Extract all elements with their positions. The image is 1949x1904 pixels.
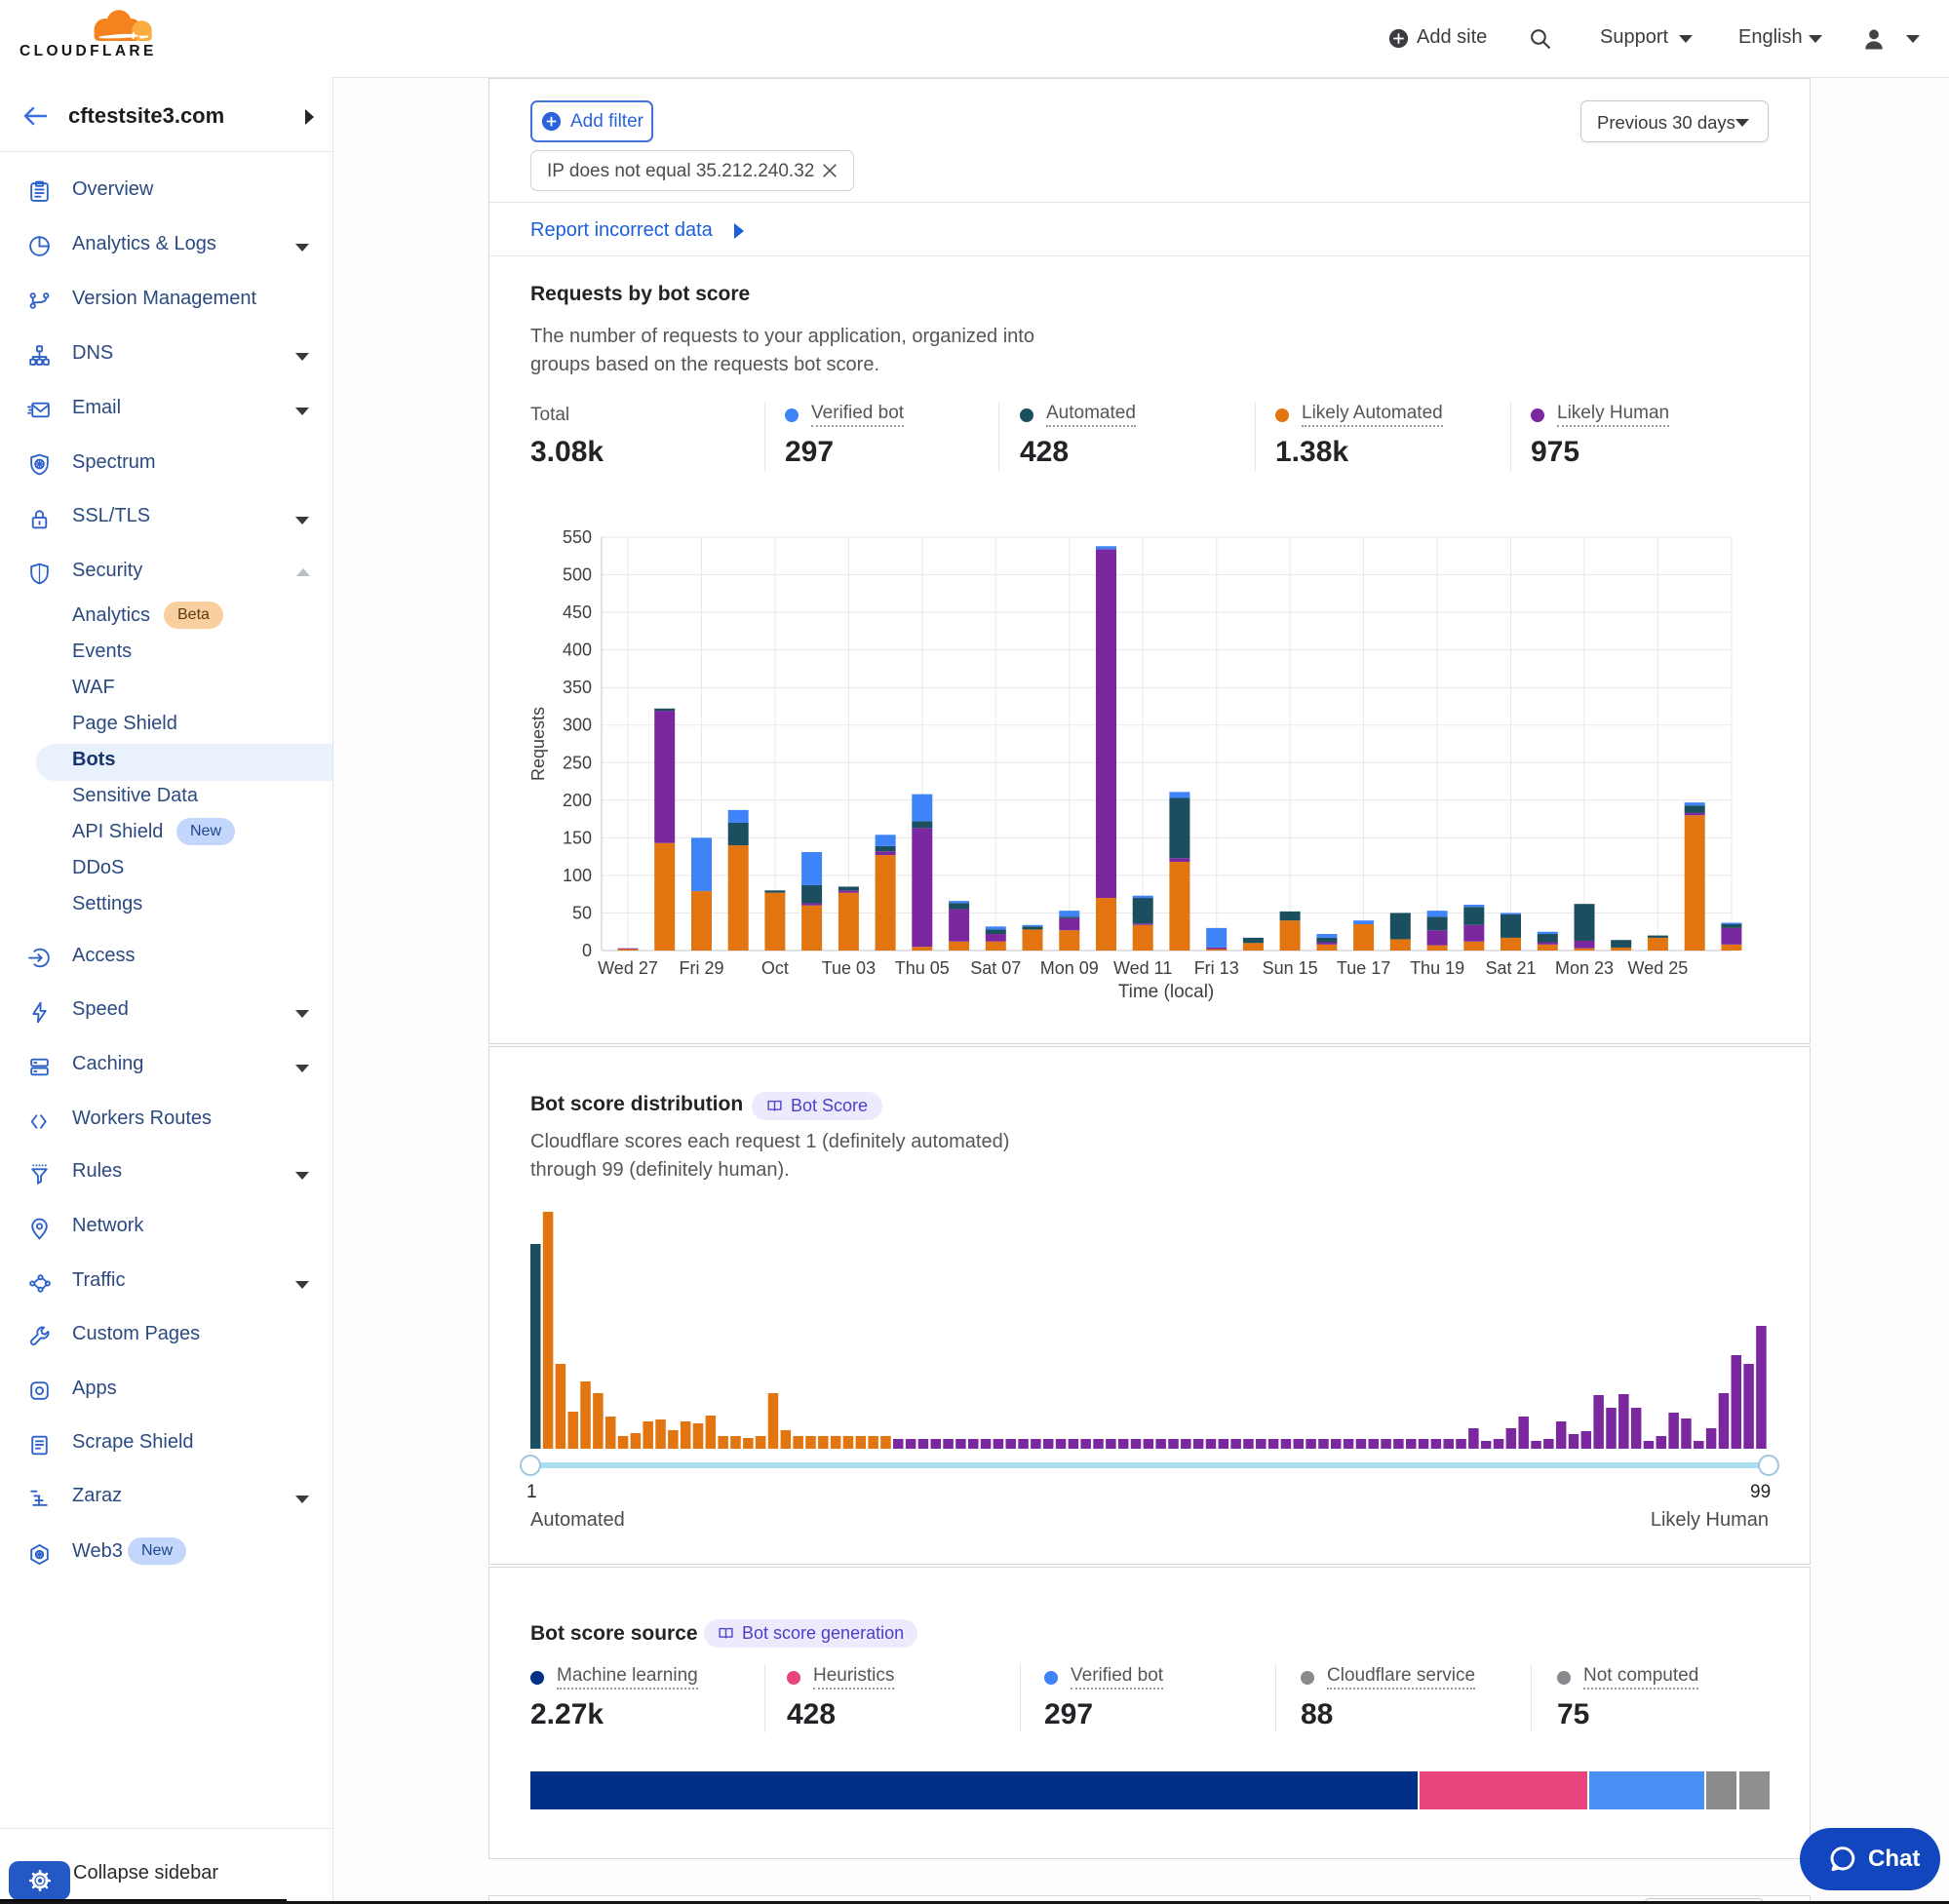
svg-text:Sat 21: Sat 21: [1485, 958, 1536, 978]
svg-text:150: 150: [563, 828, 592, 847]
svg-text:Wed 27: Wed 27: [598, 958, 658, 978]
svg-text:Fri 13: Fri 13: [1194, 958, 1239, 978]
svg-text:Mon 09: Mon 09: [1040, 958, 1099, 978]
svg-text:Fri 29: Fri 29: [679, 958, 723, 978]
svg-text:Thu 05: Thu 05: [895, 958, 950, 978]
svg-text:Tue 17: Tue 17: [1337, 958, 1390, 978]
svg-text:100: 100: [563, 866, 592, 885]
svg-text:Thu 19: Thu 19: [1410, 958, 1464, 978]
svg-text:Requests: Requests: [528, 707, 548, 781]
svg-text:200: 200: [563, 791, 592, 810]
svg-text:550: 550: [563, 527, 592, 547]
svg-text:250: 250: [563, 753, 592, 772]
svg-text:Time (local): Time (local): [1118, 982, 1215, 1002]
svg-text:50: 50: [572, 904, 592, 923]
svg-text:Sun 15: Sun 15: [1263, 958, 1318, 978]
svg-text:450: 450: [563, 602, 592, 622]
svg-text:400: 400: [563, 641, 592, 660]
svg-text:Wed 25: Wed 25: [1628, 958, 1689, 978]
svg-text:Mon 23: Mon 23: [1555, 958, 1614, 978]
svg-text:Oct: Oct: [761, 958, 789, 978]
svg-text:500: 500: [563, 565, 592, 585]
svg-text:300: 300: [563, 716, 592, 735]
svg-text:Sat 07: Sat 07: [970, 958, 1021, 978]
svg-text:Wed 11: Wed 11: [1113, 958, 1172, 978]
svg-text:350: 350: [563, 678, 592, 697]
svg-text:Tue 03: Tue 03: [822, 958, 876, 978]
svg-text:0: 0: [582, 941, 592, 960]
